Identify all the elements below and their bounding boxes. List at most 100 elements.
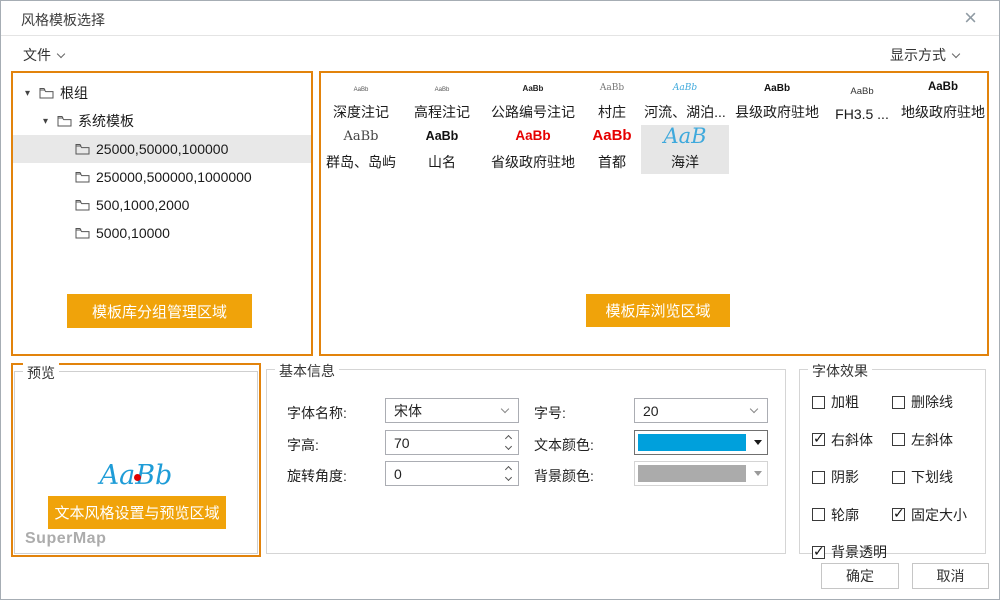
folder-icon [57,115,72,127]
font-size-select[interactable]: 20 [634,398,768,423]
checkbox-icon[interactable] [892,396,905,409]
template-item-village[interactable]: AaBb 村庄 [583,81,641,124]
bg-color-swatch [638,465,746,482]
folder-icon [75,227,90,239]
checkbox-shadow[interactable]: 阴影 [812,467,892,487]
checkbox-icon[interactable] [812,508,825,521]
chevron-up-icon [504,435,511,442]
menu-display-mode[interactable]: 显示方式 [890,45,959,65]
stepper-arrows[interactable] [500,431,516,454]
checkbox-icon[interactable] [812,433,825,446]
template-label: 高程注记 [414,102,470,122]
checkbox-transparent-bg[interactable]: 背景透明 [812,542,892,562]
template-item-archipelago[interactable]: AaBb 群岛、岛屿 [321,125,401,174]
menu-file[interactable]: 文件 [23,45,64,65]
template-label: 地级政府驻地 [901,102,985,122]
template-row-2: AaBb 群岛、岛屿 AaBb 山名 AaBb 省级政府驻地 AaBb 首都 A… [321,125,729,174]
text-color-picker[interactable] [634,430,768,455]
checkbox-left-italic[interactable]: 左斜体 [892,430,967,450]
basic-info-title: 基本信息 [275,361,339,381]
checkbox-right-italic[interactable]: 右斜体 [812,430,892,450]
folder-icon [75,171,90,183]
checkbox-icon[interactable] [812,546,825,559]
template-label: FH3.5 ... [835,106,889,122]
tree-item-label: 5000,10000 [96,225,170,241]
cancel-button[interactable]: 取消 [912,563,989,589]
template-sample: AaBb [343,130,378,144]
checkbox-underline[interactable]: 下划线 [892,467,967,487]
tree-item-scale-2[interactable]: 250000,500000,1000000 [13,163,311,191]
bg-color-picker [634,461,768,486]
template-item-depth-annotation[interactable]: AaBb 深度注记 [321,81,401,124]
template-label: 首都 [598,152,626,172]
dropdown-arrow[interactable] [749,431,767,454]
bg-color-label: 背景颜色: [534,466,594,486]
tree-item-label: 系统模板 [78,111,134,131]
checkbox-bold[interactable]: 加粗 [812,392,892,412]
tree-item-scale-4[interactable]: 5000,10000 [13,219,311,247]
checkbox-icon[interactable] [892,433,905,446]
tree-item-scale-1[interactable]: 25000,50000,100000 [13,135,311,163]
checkbox-strikethrough[interactable]: 删除线 [892,392,967,412]
chevron-down-icon [57,49,65,57]
template-item-elevation-annotation[interactable]: AaBb 高程注记 [401,81,483,124]
template-item-highway-number[interactable]: AaBb 公路编号注记 [483,81,583,124]
chevron-down-icon [952,49,960,57]
template-label: 海洋 [671,152,699,172]
chevron-up-icon [504,466,511,473]
tree-item-label: 250000,500000,1000000 [96,169,252,185]
template-item-river-lake[interactable]: AaBb 河流、湖泊... [641,81,729,124]
font-effects-options: 加粗 删除线 右斜体 左斜体 阴影 下划线 轮廓 固定大小 背景透明 [812,392,967,562]
template-sample: AaBb [592,128,631,145]
tree-item-label: 根组 [60,83,88,103]
expand-arrow-icon[interactable]: ▾ [25,88,39,99]
font-size-value: 20 [643,403,659,419]
char-height-stepper[interactable]: 70 [385,430,519,455]
ok-button[interactable]: 确定 [821,563,899,589]
checkbox-icon[interactable] [892,508,905,521]
font-name-label: 字体名称: [287,403,347,423]
template-label: 省级政府驻地 [491,152,575,172]
expand-arrow-icon[interactable]: ▾ [43,116,57,127]
stepper-arrows[interactable] [500,462,516,485]
preview-panel: 预览 AaBb 文本风格设置与预览区域 SuperMap [11,363,261,557]
template-item-ocean[interactable]: AaB 海洋 [641,125,729,174]
supermap-watermark: SuperMap [25,530,106,548]
template-label: 村庄 [598,102,626,122]
font-effects-title: 字体效果 [808,361,872,381]
close-icon[interactable]: × [964,6,977,30]
template-item-prefecture-seat[interactable]: AaBb 地级政府驻地 [899,81,987,124]
template-item-fh35[interactable]: AaBb FH3.5 ... [825,81,899,124]
template-sample: AaBb [435,87,450,94]
folder-icon [75,143,90,155]
preview-area-annotation: 文本风格设置与预览区域 [48,496,226,529]
basic-info-group: 基本信息 字体名称: 宋体 字号: 20 字高: 70 文本颜色: 旋转角度: … [266,369,786,554]
template-sample: AaBb [673,84,697,94]
browse-area-annotation: 模板库浏览区域 [586,294,730,327]
tree-item-system-templates[interactable]: ▾ 系统模板 [13,107,311,135]
template-item-province-seat[interactable]: AaBb 省级政府驻地 [483,125,583,174]
font-name-select[interactable]: 宋体 [385,398,519,423]
tree-item-scale-3[interactable]: 500,1000,2000 [13,191,311,219]
checkbox-icon[interactable] [812,396,825,409]
chevron-down-icon [504,443,511,450]
checkbox-outline[interactable]: 轮廓 [812,505,892,525]
tree-item-root[interactable]: ▾ 根组 [13,79,311,107]
template-label: 县级政府驻地 [735,102,819,122]
anchor-point-icon [134,474,141,481]
checkbox-icon[interactable] [812,471,825,484]
group-tree: ▾ 根组 ▾ 系统模板 25000,50000,100000 250000,50… [13,79,311,247]
rotation-value: 0 [394,466,402,482]
rotation-label: 旋转角度: [287,466,347,486]
style-template-dialog: 风格模板选择 × 文件 显示方式 ▾ 根组 ▾ 系统模板 [0,0,1000,600]
checkbox-fixed-size[interactable]: 固定大小 [892,505,967,525]
rotation-stepper[interactable]: 0 [385,461,519,486]
template-item-mountain-name[interactable]: AaBb 山名 [401,125,483,174]
template-item-capital[interactable]: AaBb 首都 [583,125,641,174]
template-sample: AaBb [354,87,369,94]
dropdown-arrow [749,462,767,485]
template-item-county-seat[interactable]: AaBb 县级政府驻地 [729,81,825,124]
checkbox-icon[interactable] [892,471,905,484]
chevron-down-icon [750,405,758,413]
tree-item-label: 500,1000,2000 [96,197,189,213]
